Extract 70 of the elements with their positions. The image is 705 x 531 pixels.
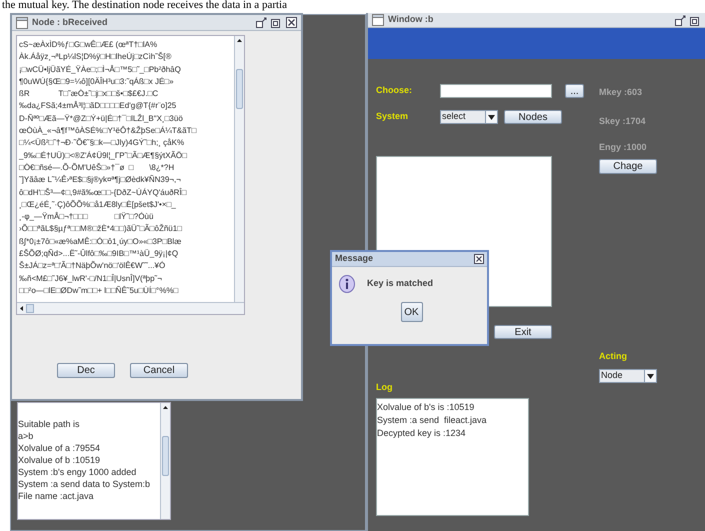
- maximize-icon[interactable]: [271, 17, 282, 28]
- text-line: cS~æÀxÌD%ƒ□G□wÊ□Æ£ (œªT†□lA%: [19, 39, 158, 51]
- text-line: ‰da¿FSã;4±mÅ³l¦□ãD□□□□Ed'g@T{#r¨o]25: [19, 100, 178, 112]
- close-icon[interactable]: [286, 17, 297, 28]
- window-title: Node : bReceived: [32, 16, 108, 29]
- browse-button[interactable]: ...: [565, 84, 584, 98]
- skey-text: Skey :1704: [599, 114, 647, 128]
- scrollbar[interactable]: [160, 403, 170, 519]
- text-line: ˜]Yãâæ L˜¼Ê›ªE$□§j®yk¤ª¶j□Øèdk¥ÑN39¬,¬: [19, 174, 182, 186]
- scroll-thumb[interactable]: [236, 69, 243, 109]
- choose-label: Choose:: [376, 84, 413, 98]
- text-line: Š±JÁ□z=ª□'Ã□†NäþÕw'nö□'ölÊ€W˜˜...¥Ó: [19, 260, 166, 272]
- dialog-button[interactable]: Dec: [57, 363, 115, 378]
- log-line: Decypted key is :1234: [377, 426, 467, 440]
- text-line: œÒùÀ_«¬â¶f™ôÀSÉ%□Y¹ëÔ†&ŽþSe□Á¼T&ãT□: [19, 125, 198, 138]
- minimize-icon[interactable]: [675, 14, 686, 26]
- log-line: Xolvalue of b's is :10519: [377, 400, 476, 414]
- window-title: Window :b: [388, 13, 434, 26]
- text-line: ¸-φ_—ŸmÅ□¬†□□□ □lŸ˜□?Óùü: [19, 211, 154, 224]
- log-line: Xolvalue of b :10519: [18, 454, 102, 466]
- text-line: £ŠÕØ;qÑd>...Ë˜-Ûlfô□‰□9IB□™¹àÜ_9ÿ¡|¢Q: [19, 248, 180, 260]
- text-line: □Ò€□ñsé—.Õ-ÕM'UêŠ□»†¯ø □ \8¿*?H: [19, 162, 176, 174]
- text-line: Àk.Áåÿz¸¬ªLp¼lS¦D%ÿ□H□lheÚj□zCìh˜Š[®: [19, 51, 172, 64]
- window-icon: [372, 14, 384, 26]
- log-line: File name :act.java: [18, 490, 95, 502]
- window-icon: [16, 16, 28, 28]
- dialog-title: Message: [335, 252, 374, 266]
- file-path-field[interactable]: [440, 84, 552, 98]
- info-icon: [339, 275, 355, 293]
- engy-text: Engy :1000: [599, 141, 648, 154]
- horizontal-scrollbar[interactable]: [17, 302, 244, 314]
- text-line: _9‰□É†UÜ)□<®Z'Á¢Ü9l¦_ΓP˜□Ã□Æ¶§ýtXÃÖ□: [19, 150, 188, 162]
- message-text: Key is matched: [367, 277, 434, 290]
- log-line: System :b's engy 1000 added: [18, 466, 138, 478]
- dropdown-arrow-icon: [488, 114, 495, 120]
- acting-select[interactable]: Node: [599, 369, 657, 383]
- chage-button[interactable]: Chage: [599, 158, 657, 174]
- text-line: ô□dH'□Š³—¢□,9#ã‰œ□□-{DðZ~ÚÁYQ'áuðRÎ□: [19, 186, 188, 199]
- log-line: a>b: [18, 430, 34, 442]
- text-line: D-Ñªº□Æã—Ÿ*@Z□Ý+ü|É□†¯□lLŽl_B"X¸□3üö: [19, 112, 184, 125]
- text-line: □□²o—□lE□ØDw˜m□□+ l□□ÑÊ˜5u□ÙÍ□°%%□: [19, 284, 180, 297]
- scroll-thumb[interactable]: [162, 436, 169, 476]
- system-label: System: [376, 110, 410, 124]
- text-line: ßR T□˜æÒ±˜□j□x□□š•□$£€J.□C: [19, 88, 160, 100]
- system-select[interactable]: select: [440, 110, 498, 124]
- log-line: System :a send data to System:b: [18, 478, 152, 490]
- scrollbar[interactable]: [234, 36, 244, 302]
- document-text: the mutual key. The destination node receives the data in a partia: [2, 0, 287, 11]
- text-line: ¶0uWÚ{§Œ□9=¼ô][0ÄÎH³u□3:˜qÁß□x JÉ□»: [19, 76, 175, 88]
- text-line: ¡□wCÜ•ljÜãYÉ_ŸÀe□;□Ì¬Å□™5□˜_□Pb²ðhâQ: [19, 64, 182, 76]
- log-label: Log: [376, 381, 394, 394]
- close-icon[interactable]: [474, 254, 484, 264]
- text-line: ›Õ□□ªãL$§µƒª□□M®□žÈ*4□□)ãÜ˜□Ã□ôŽñü1□: [19, 223, 184, 236]
- dropdown-arrow-icon: [647, 374, 654, 378]
- log-line: Xolvalue of a :79554: [18, 442, 102, 454]
- nodes-button[interactable]: Nodes: [504, 110, 562, 124]
- log-line: Suitable path is: [18, 418, 81, 430]
- minimize-icon[interactable]: [256, 17, 267, 28]
- text-line: ß∫*0¡±7ô□«æ%aMÊ:□Ó□ô1¸úy□O»«□3P□Blæ: [19, 236, 182, 248]
- acting-label: Acting: [599, 350, 628, 363]
- dialog-button[interactable]: Cancel: [130, 363, 188, 378]
- scroll-thumb[interactable]: [26, 304, 34, 313]
- text-line: ‰ñ<M£□˜J6¥_lwR'-□/N1□Î|UsnÎ]V(ªþp˜¬: [19, 272, 163, 285]
- log-line: System :a send fileact.java: [377, 414, 488, 426]
- exit-button[interactable]: Exit: [494, 325, 552, 339]
- text-line: ¸□Œ¿éÉ¸˜·Ç)ôÕÕ%□å1Æ8ly□È[pšet$J'•×□_: [19, 198, 177, 211]
- text-line: □¼<Üß²□˜†¬Ð·˜Õ€˜§□k—□Jly)4GÝ˜□h;¸ çåK%: [19, 137, 186, 150]
- ok-button[interactable]: OK: [400, 302, 422, 322]
- mkey-text: Mkey :603: [599, 86, 644, 99]
- maximize-icon[interactable]: [690, 14, 701, 26]
